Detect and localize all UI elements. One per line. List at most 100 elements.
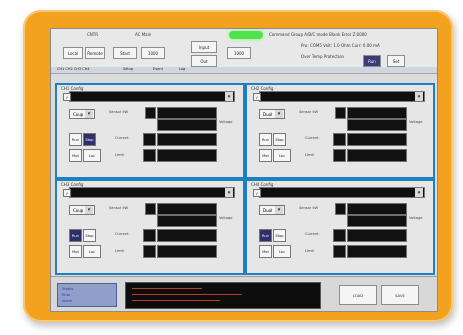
bottom-bar: Status Error Alarm LOAD SAVE <box>51 276 437 311</box>
voltage-value <box>157 119 217 131</box>
indicator-box <box>333 229 346 242</box>
stop-button[interactable]: Stop <box>273 133 286 146</box>
current-label: Current <box>115 136 129 140</box>
run-button[interactable]: Run <box>69 229 82 242</box>
channel-select[interactable]: ✓ ▾ <box>253 187 425 198</box>
mode-select[interactable]: Dual ▾ <box>259 109 285 119</box>
run-button[interactable]: Run <box>259 133 272 146</box>
local-button[interactable]: Local <box>63 47 83 59</box>
channel-select[interactable]: ✓ ▾ <box>63 91 235 102</box>
mode-select[interactable]: Dual ▾ <box>259 205 285 215</box>
checkbox-icon[interactable]: ✓ <box>63 93 71 101</box>
error-line: Error <box>62 293 71 297</box>
chevron-down-icon[interactable]: ▾ <box>415 188 423 197</box>
load-button[interactable]: LOAD <box>339 285 377 305</box>
limit-label: Limit <box>305 249 314 253</box>
line3-text: Over Temp Protection <box>301 54 345 59</box>
indicator-box <box>145 203 156 215</box>
set-button[interactable]: Set <box>387 55 405 67</box>
channel-select[interactable]: ✓ ▾ <box>63 187 235 198</box>
indicator-box <box>335 203 346 215</box>
voltage-label: Voltage <box>409 216 423 220</box>
mode-field[interactable]: 1000 <box>227 47 251 59</box>
voltage-value <box>347 215 407 227</box>
current-value <box>347 229 407 242</box>
local-button[interactable]: Loc <box>273 149 291 162</box>
channel-panel-1: CH1 Config ✓ ▾ Coup ▾ Sensor kW Voltage … <box>55 83 245 179</box>
voltage-label: Voltage <box>219 216 233 220</box>
remote-button[interactable]: Remote <box>85 47 105 59</box>
voltage-label: Voltage <box>219 120 233 124</box>
limit-value <box>157 149 217 162</box>
voltage-value <box>157 215 217 227</box>
sensor-label: Sensor kW <box>109 110 129 114</box>
stop-button[interactable]: Stop <box>273 229 286 242</box>
message-log <box>125 282 321 309</box>
start-field[interactable]: Start <box>113 47 137 59</box>
line2-text: Pro: COM5 Volt: 1.0 Ohm Curr: 0.00 mA <box>301 43 380 48</box>
limit-label: Limit <box>115 153 124 157</box>
status-summary: Status Error Alarm <box>57 283 117 307</box>
chevron-down-icon[interactable]: ▾ <box>225 188 233 197</box>
channel-tabs: CH1 CH2 CH3 CH4 Setup Event Log <box>51 67 437 73</box>
chevron-down-icon[interactable]: ▾ <box>85 110 93 118</box>
input-field[interactable]: Input <box>191 41 217 53</box>
run-button[interactable]: Run <box>363 55 381 67</box>
sensor-label: Sensor kW <box>299 110 319 114</box>
stop-button[interactable]: Stop <box>83 133 96 146</box>
motor-button[interactable]: Mot <box>69 149 82 162</box>
current-label: Current <box>305 232 319 236</box>
indicator-box <box>145 107 156 119</box>
channel-panel-4: CH4 Config ✓ ▾ Dual ▾ Sensor kW Voltage … <box>245 179 435 275</box>
run-button[interactable]: Run <box>259 229 272 242</box>
chevron-down-icon[interactable]: ▾ <box>275 110 283 118</box>
sensor-value <box>347 203 407 215</box>
mode-select[interactable]: Coup ▾ <box>69 205 95 215</box>
limit-label: Limit <box>115 249 124 253</box>
limit-label: Limit <box>305 153 314 157</box>
indicator-box <box>143 149 156 162</box>
tab-channels[interactable]: CH1 CH2 CH3 CH4 <box>55 67 92 73</box>
save-button[interactable]: SAVE <box>381 285 419 305</box>
local-button[interactable]: Loc <box>83 245 101 258</box>
sensor-value <box>157 203 217 215</box>
channel-panel-2: CH2 Config ✓ ▾ Dual ▾ Sensor kW Voltage … <box>245 83 435 179</box>
chevron-down-icon[interactable]: ▾ <box>85 206 93 214</box>
checkbox-icon[interactable]: ✓ <box>253 93 261 101</box>
checkbox-icon[interactable]: ✓ <box>63 189 71 197</box>
indicator-box <box>335 107 346 119</box>
indicator-box <box>333 133 346 146</box>
tab-event[interactable]: Event <box>151 67 165 73</box>
limit-value <box>347 149 407 162</box>
local-button[interactable]: Loc <box>83 149 101 162</box>
run-button[interactable]: Run <box>69 133 82 146</box>
current-label: Current <box>115 232 129 236</box>
limit-value <box>347 245 407 258</box>
log-line <box>132 300 220 302</box>
motor-button[interactable]: Mot <box>69 245 82 258</box>
motor-button[interactable]: Mot <box>259 245 272 258</box>
output-field[interactable]: Out <box>191 55 217 67</box>
channel-select[interactable]: ✓ ▾ <box>253 91 425 102</box>
tab-log[interactable]: Log <box>177 67 187 73</box>
tab-setup[interactable]: Setup <box>121 67 135 73</box>
chevron-down-icon[interactable]: ▾ <box>225 92 233 101</box>
screen: CNTR AC Main Command Group A/B/C mode Bl… <box>50 28 438 312</box>
mode-label: CNTR <box>87 32 99 37</box>
chevron-down-icon[interactable]: ▾ <box>415 92 423 101</box>
status-text: Command Group A/B/C mode Blank Error Z:0… <box>269 32 367 37</box>
log-line <box>132 294 242 296</box>
mode-select[interactable]: Coup ▾ <box>69 109 95 119</box>
local-button[interactable]: Loc <box>273 245 291 258</box>
sensor-value <box>157 107 217 119</box>
motor-button[interactable]: Mot <box>259 149 272 162</box>
voltage-value <box>347 119 407 131</box>
top-toolbar: CNTR AC Main Command Group A/B/C mode Bl… <box>51 29 437 74</box>
value-field[interactable]: 1000 <box>141 47 165 59</box>
chevron-down-icon[interactable]: ▾ <box>275 206 283 214</box>
alarm-line: Alarm <box>62 299 73 303</box>
indicator-box <box>143 245 156 258</box>
current-label: Current <box>305 136 319 140</box>
checkbox-icon[interactable]: ✓ <box>253 189 261 197</box>
stop-button[interactable]: Stop <box>83 229 96 242</box>
